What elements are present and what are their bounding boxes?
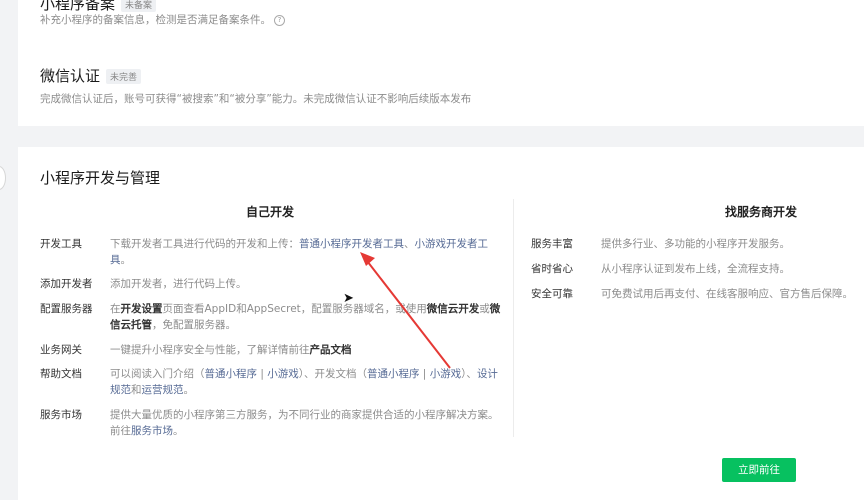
help-icon[interactable]: ? xyxy=(274,14,285,26)
row-label: 业务网关 xyxy=(40,344,82,356)
row-config-server: 配置服务器 在开发设置页面查看AppID和AppSecret，配置服务器域名，或… xyxy=(40,301,500,335)
wechat-cert-status-badge: 未完善 xyxy=(106,69,142,84)
row-label: 帮助文档 xyxy=(40,368,82,380)
wechat-cert-section-title: 微信认证 未完善 xyxy=(40,65,142,86)
row-business-gateway: 业务网关 一键提升小程序安全与性能，了解详情前往产品文档 xyxy=(40,342,500,358)
filing-status-badge: 未备案 xyxy=(121,0,157,12)
row-label: 配置服务器 xyxy=(40,303,93,315)
row-label: 开发工具 xyxy=(40,238,82,250)
provider-row-text: 从小程序认证到发布上线，全流程支持。 xyxy=(601,263,790,275)
text: 或 xyxy=(479,303,490,315)
docs-mini-program-link[interactable]: 普通小程序 xyxy=(367,368,420,380)
period: 。 xyxy=(120,254,132,266)
row-label: 服务市场 xyxy=(40,409,82,421)
row-service-market: 服务市场 提供大量优质的小程序第三方服务，为不同行业的商家提供合适的小程序解决方… xyxy=(40,407,500,441)
text: 可以阅读入门介绍（ xyxy=(110,368,205,380)
text: | xyxy=(257,368,268,380)
provider-title: 找服务商开发 xyxy=(725,205,798,219)
docs-minigame-link[interactable]: 小游戏 xyxy=(430,368,462,380)
separator: 、 xyxy=(404,238,415,250)
intro-mini-program-link[interactable]: 普通小程序 xyxy=(205,368,258,380)
filing-description: 补充小程序的备案信息，检测是否满足备案条件。? xyxy=(40,12,285,27)
provider-row-label: 安全可靠 xyxy=(531,288,573,300)
text: 。 xyxy=(183,384,195,396)
row-label: 添加开发者 xyxy=(40,278,93,290)
row-help-docs: 帮助文档 可以阅读入门介绍（普通小程序 | 小游戏）、开发文档（普通小程序 | … xyxy=(40,366,500,400)
text: | xyxy=(419,368,430,380)
go-now-button[interactable]: 立即前往 xyxy=(722,458,796,482)
row-text: 添加开发者，进行代码上传。 xyxy=(110,278,247,290)
ops-spec-link[interactable]: 运营规范 xyxy=(142,384,184,396)
row-text: 提供大量优质的小程序第三方服务，为不同行业的商家提供合适的小程序解决方案。前往服… xyxy=(110,407,505,439)
text: 一键提升小程序安全与性能，了解详情前往 xyxy=(110,344,310,356)
provider-row-label: 省时省心 xyxy=(531,263,573,275)
wechat-cert-title: 微信认证 xyxy=(40,67,101,85)
column-divider xyxy=(513,199,514,437)
row-add-developer: 添加开发者 添加开发者，进行代码上传。 xyxy=(40,276,500,292)
row-text: 一键提升小程序安全与性能，了解详情前往产品文档 xyxy=(110,342,505,358)
intro-minigame-link[interactable]: 小游戏 xyxy=(267,368,299,380)
wechat-cert-description: 完成微信认证后，账号可获得“被搜索”和“被分享”能力。未完成微信认证不影响后续版… xyxy=(40,93,472,105)
provider-row-text: 可免费试用后再支付、在线客服响应、官方售后保障。 xyxy=(601,288,853,300)
text: ）、 xyxy=(461,368,477,380)
provider-row-text: 提供多行业、多功能的小程序开发服务。 xyxy=(601,238,790,250)
mini-program-devtools-link[interactable]: 普通小程序开发者工具 xyxy=(299,238,404,250)
row-text: 可以阅读入门介绍（普通小程序 | 小游戏）、开发文档（普通小程序 | 小游戏）、… xyxy=(110,366,505,398)
text: 和 xyxy=(131,384,142,396)
text: ）、开发文档（ xyxy=(298,368,367,380)
filing-desc-text: 补充小程序的备案信息，检测是否满足备案条件。 xyxy=(40,14,271,26)
text: ，免配置服务器。 xyxy=(152,319,236,331)
cloud-dev-link[interactable]: 微信云开发 xyxy=(427,303,480,315)
tools-desc: 下载开发者工具进行代码的开发和上传： xyxy=(110,238,299,250)
text: 页面查看AppID和AppSecret，配置服务器域名，或使用 xyxy=(162,303,427,315)
row-dev-tools: 开发工具 下载开发者工具进行代码的开发和上传：普通小程序开发者工具、小游戏开发者… xyxy=(40,236,500,270)
self-dev-title: 自己开发 xyxy=(246,205,295,219)
row-text: 下载开发者工具进行代码的开发和上传：普通小程序开发者工具、小游戏开发者工具。 xyxy=(110,236,505,268)
dev-settings-link[interactable]: 开发设置 xyxy=(121,303,163,315)
provider-row-label: 服务丰富 xyxy=(531,238,573,250)
mouse-cursor-icon: ➤ xyxy=(343,291,354,306)
section-title: 小程序开发与管理 xyxy=(40,169,161,187)
product-docs-link[interactable]: 产品文档 xyxy=(310,344,352,356)
text: 。 xyxy=(173,425,184,437)
text: 在 xyxy=(110,303,121,315)
service-market-link[interactable]: 服务市场 xyxy=(131,425,173,437)
side-collapse-handle[interactable] xyxy=(0,166,6,190)
dev-management-card: 小程序开发与管理 自己开发 找服务商开发 开发工具 下载开发者工具进行代码的开发… xyxy=(18,147,864,500)
account-info-card: 小程序备案 未备案 补充小程序的备案信息，检测是否满足备案条件。? 微信认证 未完善… xyxy=(18,0,864,126)
row-text: 在开发设置页面查看AppID和AppSecret，配置服务器域名，或使用微信云开… xyxy=(110,301,505,333)
